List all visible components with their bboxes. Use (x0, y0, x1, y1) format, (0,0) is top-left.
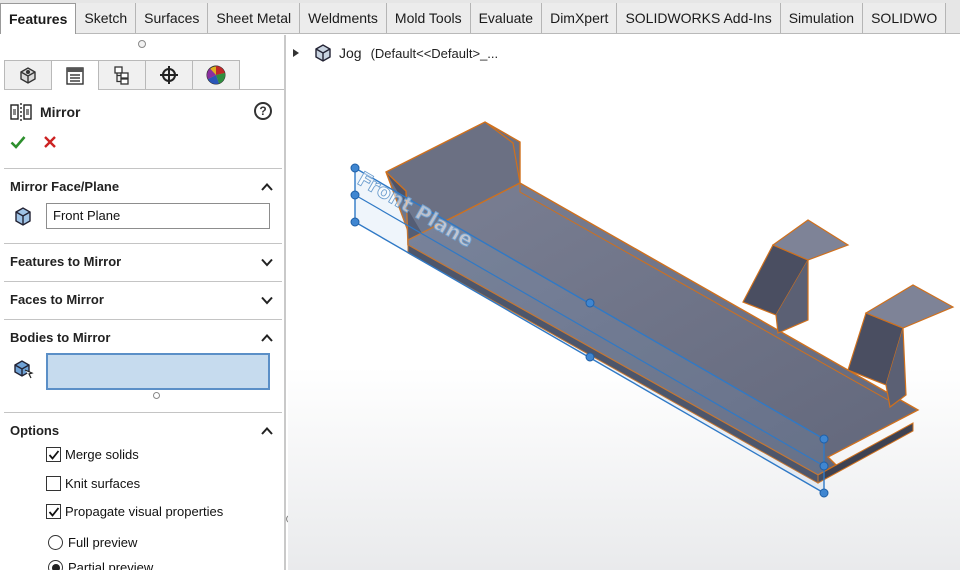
propagate-visual-properties-label: Propagate visual properties (65, 504, 224, 519)
solidworks-window: Features Sketch Surfaces Sheet Metal Wel… (0, 0, 960, 570)
display-manager-tab[interactable] (192, 60, 240, 89)
full-preview-radio[interactable] (48, 535, 63, 550)
property-manager-tab[interactable] (51, 60, 99, 90)
tab-mold-tools[interactable]: Mold Tools (386, 3, 471, 33)
faces-to-mirror-title: Faces to Mirror (10, 292, 104, 307)
cancel-button[interactable] (43, 135, 57, 149)
mirror-face-plane-group[interactable]: Mirror Face/Plane (4, 168, 282, 204)
full-preview-label: Full preview (68, 535, 138, 550)
bodies-selection-box[interactable] (46, 353, 270, 390)
partial-preview-option[interactable]: Partial preview (48, 560, 153, 570)
property-manager-title: Mirror (40, 104, 81, 120)
part-icon (315, 44, 331, 62)
partial-preview-label: Partial preview (68, 560, 154, 570)
plane-handle[interactable] (350, 217, 360, 227)
configuration-manager-icon (114, 66, 129, 85)
merge-solids-checkbox[interactable] (46, 447, 61, 462)
checkmark-icon (48, 506, 59, 517)
tab-solidworks-add-ins[interactable]: SOLIDWORKS Add-Ins (617, 3, 781, 33)
list-resize-handle[interactable] (153, 392, 160, 399)
options-title: Options (10, 423, 60, 438)
plane-handle[interactable] (350, 163, 360, 173)
chevron-down-icon[interactable] (260, 255, 274, 269)
merge-solids-option[interactable]: Merge solids (46, 447, 139, 462)
tab-evaluate[interactable]: Evaluate (470, 3, 543, 33)
propagate-visual-properties-option[interactable]: Propagate visual properties (46, 504, 223, 519)
tab-surfaces[interactable]: Surfaces (136, 3, 209, 33)
bodies-to-mirror-title: Bodies to Mirror (10, 330, 111, 345)
tab-dimxpert[interactable]: DimXpert (542, 3, 618, 33)
mirror-plane-selection-box[interactable]: Front Plane (46, 203, 270, 229)
manager-tabs (4, 60, 284, 90)
panel-collapse-handle[interactable] (138, 40, 146, 48)
merge-solids-label: Merge solids (65, 447, 139, 462)
graphics-area[interactable]: Front Plane Jog (Default<<Default>_... (288, 35, 960, 570)
tab-sketch[interactable]: Sketch (76, 3, 137, 33)
chevron-down-icon[interactable] (260, 293, 274, 307)
dimxpert-manager-tab[interactable] (145, 60, 193, 89)
plane-handle[interactable] (819, 434, 829, 444)
knit-surfaces-checkbox[interactable] (46, 476, 61, 491)
feature-manager-icon (20, 67, 36, 84)
command-manager-tabs: Features Sketch Surfaces Sheet Metal Wel… (0, 0, 960, 34)
dimxpert-manager-icon (160, 66, 178, 84)
tab-simulation[interactable]: Simulation (780, 3, 864, 33)
faces-to-mirror-group[interactable]: Faces to Mirror (4, 281, 282, 317)
property-manager-header: Mirror ? (10, 101, 276, 123)
model-top-face[interactable] (407, 182, 920, 476)
partial-preview-radio[interactable] (48, 560, 63, 570)
property-manager-icon (66, 66, 84, 85)
plane-handle[interactable] (350, 190, 360, 200)
plane-handle[interactable] (585, 352, 595, 362)
feature-manager-tab[interactable] (4, 60, 52, 89)
expand-arrow-icon[interactable] (293, 49, 299, 57)
chevron-up-icon[interactable] (260, 331, 274, 345)
mirror-feature-icon (10, 103, 32, 121)
knit-surfaces-option[interactable]: Knit surfaces (46, 476, 140, 491)
plane-handle[interactable] (585, 298, 595, 308)
features-to-mirror-group[interactable]: Features to Mirror (4, 243, 282, 279)
chevron-up-icon[interactable] (260, 424, 274, 438)
part-configuration: (Default<<Default>_... (370, 45, 499, 61)
part-model-view[interactable]: Front Plane (288, 35, 960, 570)
configuration-manager-tab[interactable] (98, 60, 146, 89)
tab-features[interactable]: Features (0, 3, 77, 34)
full-preview-option[interactable]: Full preview (48, 535, 137, 550)
propagate-visual-properties-checkbox[interactable] (46, 504, 61, 519)
ok-button[interactable] (10, 134, 26, 150)
mirror-face-plane-title: Mirror Face/Plane (10, 179, 120, 194)
bodies-to-mirror-group[interactable]: Bodies to Mirror (4, 319, 282, 355)
tab-sheet-metal[interactable]: Sheet Metal (208, 3, 301, 33)
options-group[interactable]: Options (4, 412, 282, 448)
knit-surfaces-label: Knit surfaces (65, 476, 141, 491)
solid-body-icon (14, 360, 34, 379)
checkmark-icon (48, 449, 59, 460)
plane-handle[interactable] (819, 488, 829, 498)
help-icon[interactable]: ? (254, 102, 272, 120)
chevron-up-icon[interactable] (260, 180, 274, 194)
plane-handle[interactable] (819, 461, 829, 471)
part-name: Jog (339, 45, 362, 61)
tab-solidworks-mbd[interactable]: SOLIDWO (863, 3, 947, 33)
property-manager-panel: Mirror ? Mirror Face/Plane Front Plane F… (0, 35, 286, 570)
display-manager-icon (206, 65, 226, 85)
feature-tree-flyout[interactable]: Jog (Default<<Default>_... (293, 43, 498, 63)
tab-weldments[interactable]: Weldments (300, 3, 387, 33)
plane-selection-icon (15, 207, 31, 226)
features-to-mirror-title: Features to Mirror (10, 254, 122, 269)
